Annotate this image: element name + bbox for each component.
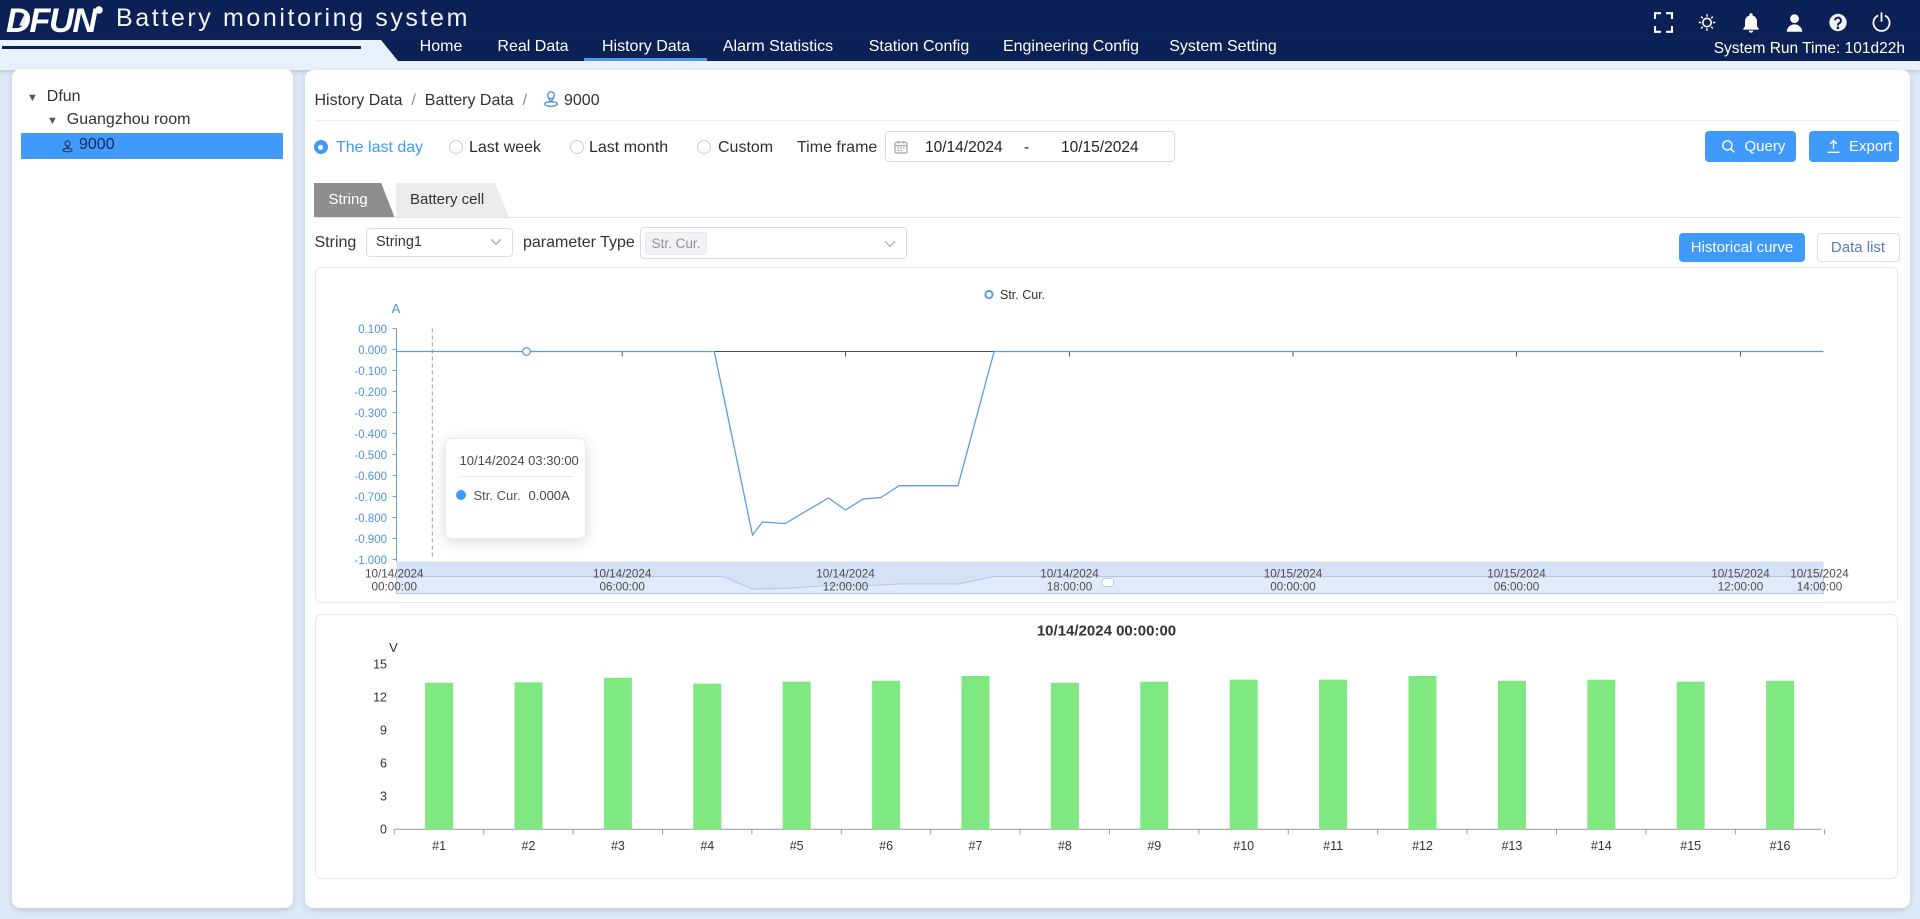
svg-text:0: 0 xyxy=(380,822,387,836)
svg-text:#11: #11 xyxy=(1323,839,1343,853)
svg-text:12:00:00: 12:00:00 xyxy=(822,581,868,594)
svg-text:-0.200: -0.200 xyxy=(354,387,387,399)
svg-text:18:00:00: 18:00:00 xyxy=(1046,581,1092,594)
svg-text:#10: #10 xyxy=(1233,839,1254,853)
svg-text:10/15/2024: 10/15/2024 xyxy=(1711,568,1770,581)
svg-text:#6: #6 xyxy=(879,839,893,853)
svg-text:#7: #7 xyxy=(968,839,982,853)
svg-text:0.100: 0.100 xyxy=(358,324,387,336)
svg-text:-0.700: -0.700 xyxy=(354,492,387,504)
svg-text:9: 9 xyxy=(380,723,387,737)
svg-text:#9: #9 xyxy=(1147,839,1161,853)
svg-text:#8: #8 xyxy=(1057,839,1071,853)
svg-text:10/14/2024: 10/14/2024 xyxy=(592,568,651,581)
svg-text:6: 6 xyxy=(380,756,387,770)
svg-text:-0.800: -0.800 xyxy=(354,513,387,525)
svg-text:#12: #12 xyxy=(1412,839,1433,853)
svg-text:10/14/2024: 10/14/2024 xyxy=(365,568,424,581)
svg-text:-0.600: -0.600 xyxy=(354,471,387,483)
svg-text:-0.500: -0.500 xyxy=(354,450,387,462)
svg-text:15: 15 xyxy=(373,657,387,671)
svg-text:12:00:00: 12:00:00 xyxy=(1717,581,1763,594)
svg-text:#16: #16 xyxy=(1769,839,1790,853)
svg-text:-0.300: -0.300 xyxy=(354,408,387,420)
svg-text:10/15/2024: 10/15/2024 xyxy=(1487,568,1546,581)
svg-text:-0.400: -0.400 xyxy=(354,429,387,441)
svg-text:-0.100: -0.100 xyxy=(354,366,387,378)
svg-text:14:00:00: 14:00:00 xyxy=(1796,581,1842,594)
svg-text:V: V xyxy=(389,640,398,655)
svg-text:-1.000: -1.000 xyxy=(354,555,387,567)
svg-text:06:00:00: 06:00:00 xyxy=(1493,581,1539,594)
svg-text:00:00:00: 00:00:00 xyxy=(371,581,417,594)
svg-text:#1: #1 xyxy=(432,839,446,853)
svg-text:Str. Cur.: Str. Cur. xyxy=(1000,288,1045,302)
svg-text:10/14/2024: 10/14/2024 xyxy=(1040,568,1099,581)
svg-text:A: A xyxy=(391,301,400,316)
svg-text:00:00:00: 00:00:00 xyxy=(1270,581,1316,594)
svg-text:10/14/2024 00:00:00: 10/14/2024 00:00:00 xyxy=(1036,623,1175,640)
svg-text:10/14/2024: 10/14/2024 xyxy=(816,568,875,581)
svg-text:#14: #14 xyxy=(1590,839,1611,853)
svg-text:12: 12 xyxy=(373,690,387,704)
svg-text:#15: #15 xyxy=(1680,839,1701,853)
svg-text:10/15/2024: 10/15/2024 xyxy=(1790,568,1849,581)
svg-text:#3: #3 xyxy=(610,839,624,853)
svg-text:06:00:00: 06:00:00 xyxy=(599,581,645,594)
svg-text:#2: #2 xyxy=(521,839,535,853)
svg-text:-0.900: -0.900 xyxy=(354,534,387,546)
svg-text:#5: #5 xyxy=(789,839,803,853)
svg-text:10/15/2024: 10/15/2024 xyxy=(1263,568,1322,581)
svg-text:#13: #13 xyxy=(1501,839,1522,853)
svg-text:#4: #4 xyxy=(700,839,714,853)
svg-text:3: 3 xyxy=(380,789,387,803)
svg-text:0.000: 0.000 xyxy=(358,345,387,357)
